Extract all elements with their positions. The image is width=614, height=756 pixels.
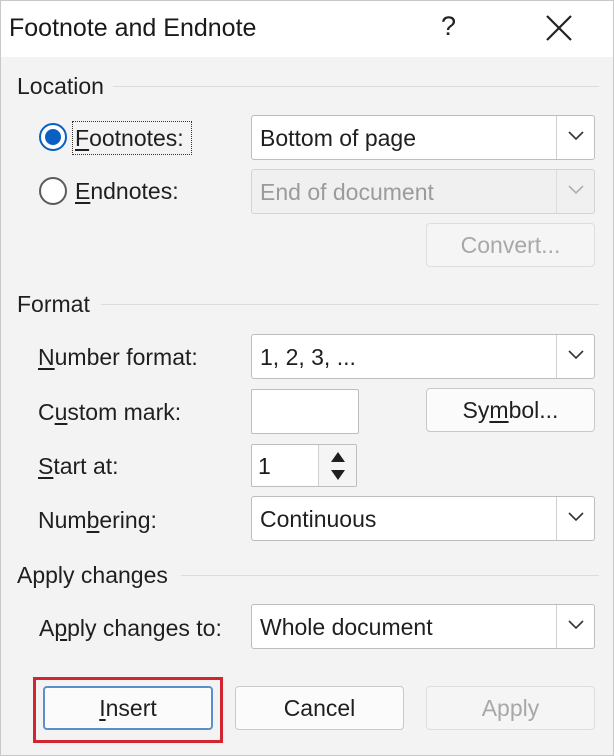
format-divider bbox=[101, 304, 599, 305]
apply-changes-to-value: Whole document bbox=[260, 614, 433, 640]
number-format-select[interactable]: 1, 2, 3, ... bbox=[251, 334, 595, 379]
insert-button[interactable]: Insert bbox=[43, 686, 213, 730]
custom-mark-label: Custom mark: bbox=[38, 399, 182, 425]
endnotes-dropdown-button[interactable] bbox=[556, 170, 594, 213]
dialog-title: Footnote and Endnote bbox=[9, 14, 257, 42]
arrow-down-icon[interactable] bbox=[327, 466, 349, 484]
numbering-dropdown-button[interactable] bbox=[556, 497, 594, 540]
location-divider bbox=[113, 86, 599, 87]
apply-changes-heading: Apply changes bbox=[17, 562, 168, 589]
close-icon bbox=[546, 15, 572, 41]
format-heading: Format bbox=[17, 291, 90, 318]
start-at-spinner[interactable]: 1 bbox=[251, 444, 357, 487]
apply-changes-to-label: Apply changes to: bbox=[39, 615, 222, 641]
title-bar: Footnote and Endnote ? bbox=[1, 1, 613, 57]
endnotes-location-select[interactable]: End of document bbox=[251, 169, 595, 214]
footnotes-location-value: Bottom of page bbox=[260, 125, 416, 151]
footnotes-label-rest: ootnotes: bbox=[89, 125, 184, 151]
number-format-label: Number format: bbox=[38, 344, 198, 370]
footnote-endnote-dialog: Footnote and Endnote ? Location Footnote… bbox=[0, 0, 614, 756]
arrow-up-icon[interactable] bbox=[327, 448, 349, 466]
number-format-value: 1, 2, 3, ... bbox=[260, 344, 356, 370]
footnotes-location-select[interactable]: Bottom of page bbox=[251, 115, 595, 160]
endnotes-label[interactable]: Endnotes: bbox=[75, 178, 179, 205]
spinner-buttons[interactable] bbox=[318, 445, 356, 486]
chevron-down-icon bbox=[568, 185, 584, 195]
apply-changes-to-select[interactable]: Whole document bbox=[251, 604, 595, 649]
chevron-down-icon bbox=[568, 131, 584, 141]
chevron-down-icon bbox=[568, 620, 584, 630]
footnotes-radio[interactable] bbox=[39, 123, 67, 151]
footnotes-label[interactable]: Footnotes: bbox=[75, 125, 184, 152]
start-at-label: Start at: bbox=[38, 453, 119, 479]
convert-button[interactable]: Convert... bbox=[426, 223, 595, 267]
symbol-button[interactable]: Symbol... bbox=[426, 388, 595, 432]
help-button[interactable]: ? bbox=[441, 11, 456, 42]
number-format-dropdown-button[interactable] bbox=[556, 335, 594, 378]
endnotes-location-value: End of document bbox=[260, 179, 434, 205]
custom-mark-input[interactable] bbox=[251, 389, 359, 434]
location-heading: Location bbox=[17, 73, 104, 100]
apply-changes-dropdown-button[interactable] bbox=[556, 605, 594, 648]
footnotes-dropdown-button[interactable] bbox=[556, 116, 594, 159]
apply-button[interactable]: Apply bbox=[426, 686, 595, 730]
numbering-label: Numbering: bbox=[38, 507, 157, 533]
start-at-value: 1 bbox=[258, 453, 271, 479]
chevron-down-icon bbox=[568, 350, 584, 360]
numbering-value: Continuous bbox=[260, 506, 377, 532]
numbering-select[interactable]: Continuous bbox=[251, 496, 595, 541]
cancel-button[interactable]: Cancel bbox=[235, 686, 404, 730]
apply-changes-divider bbox=[181, 575, 599, 576]
endnotes-radio[interactable] bbox=[39, 177, 67, 205]
close-button[interactable] bbox=[542, 9, 576, 47]
chevron-down-icon bbox=[568, 512, 584, 522]
